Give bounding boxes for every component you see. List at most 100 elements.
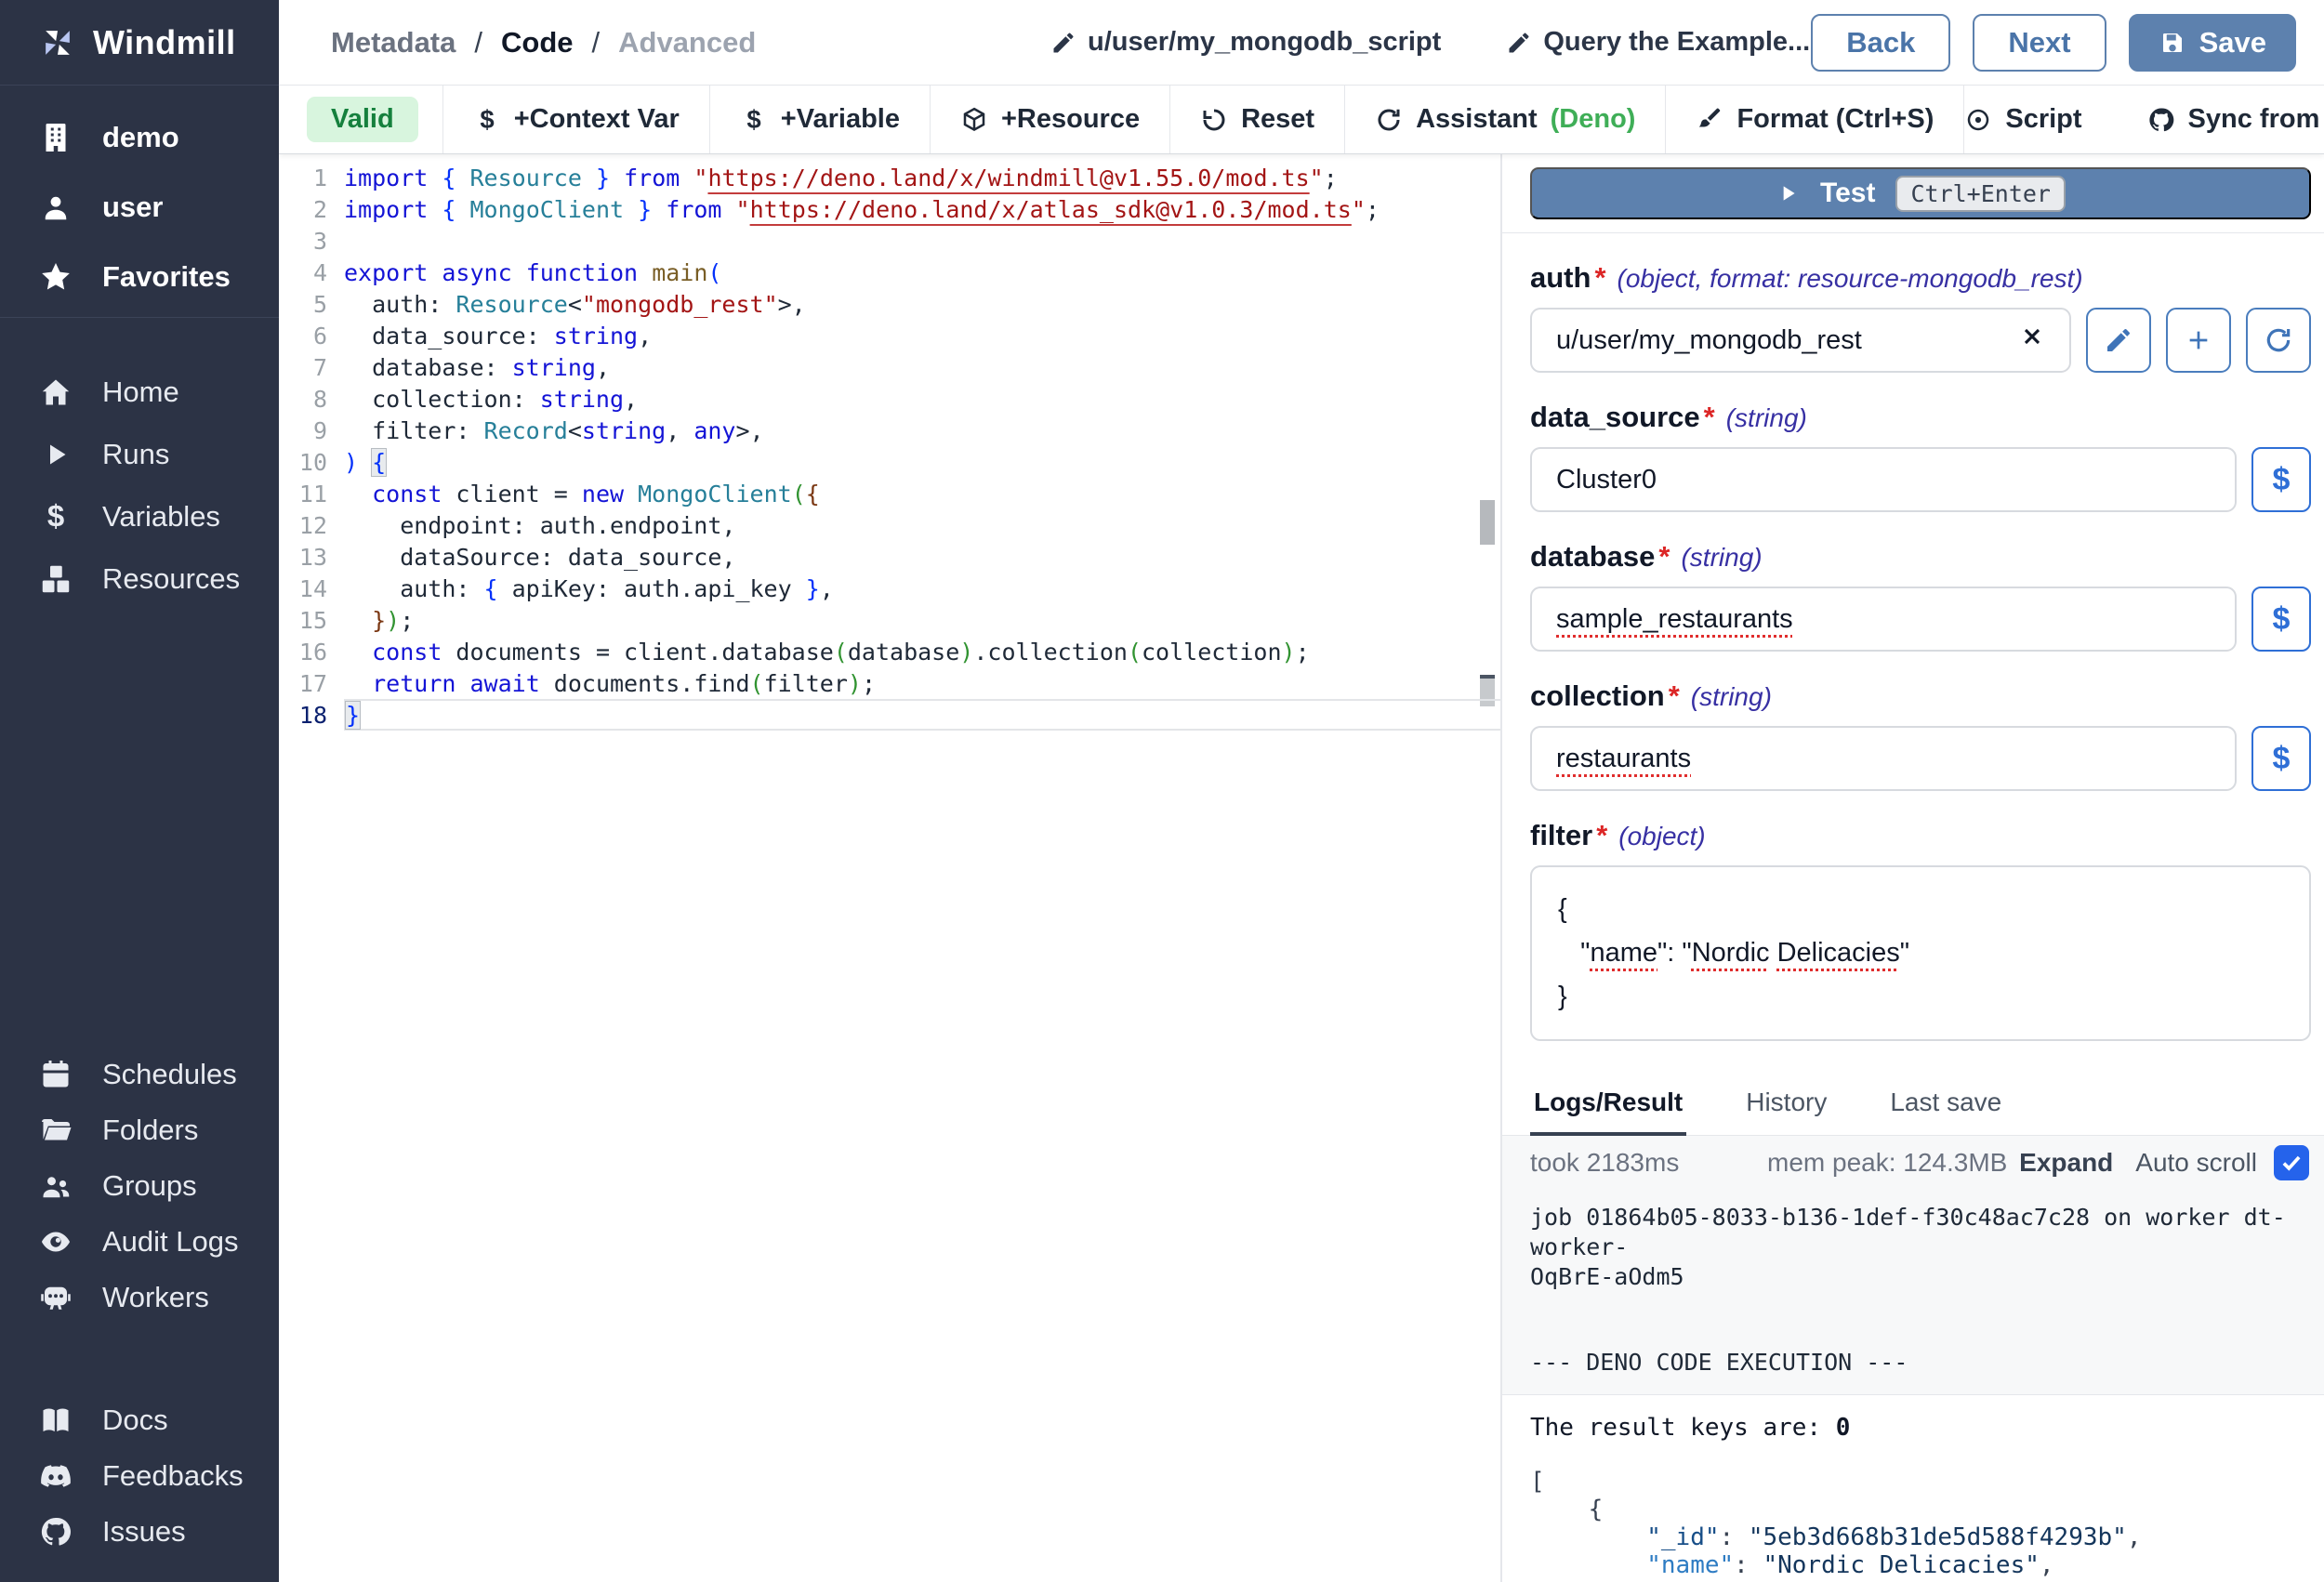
script-button[interactable]: Script	[1964, 104, 2081, 135]
sidebar-item-workers[interactable]: Workers	[0, 1270, 279, 1325]
code-line-3[interactable]: 3	[279, 225, 1500, 257]
pencil-button[interactable]	[2086, 308, 2151, 373]
script-path-chip[interactable]: u/user/my_mongodb_script	[1050, 27, 1441, 58]
code-line-13[interactable]: 13 dataSource: data_source,	[279, 541, 1500, 573]
assistant-button[interactable]: Assistant(Deno)	[1344, 86, 1665, 153]
app-logo[interactable]: Windmill	[0, 0, 279, 86]
reset-button[interactable]: Reset	[1169, 86, 1344, 153]
sidebar-item-home[interactable]: Home	[0, 361, 279, 423]
sidebar-item-favorites[interactable]: Favorites	[0, 242, 279, 311]
save-button[interactable]: Save	[2129, 14, 2296, 72]
expand-button[interactable]: Expand	[2019, 1148, 2113, 1178]
field-input-database[interactable]: sample_restaurants	[1530, 587, 2237, 652]
field-input-data_source[interactable]: Cluster0	[1530, 447, 2237, 512]
discord-icon	[39, 1459, 73, 1493]
sidebar-item-runs[interactable]: Runs	[0, 423, 279, 485]
line-number: 17	[279, 670, 327, 697]
code-text	[344, 225, 1500, 257]
format-ctrl-s--button[interactable]: Format (Ctrl+S)	[1665, 86, 1964, 153]
svg-text:$: $	[47, 500, 64, 534]
-context-var-button[interactable]: $ +Context Var	[442, 86, 709, 153]
field-value: restaurants	[1556, 744, 2211, 774]
code-line-18[interactable]: 18}	[279, 699, 1500, 731]
tab-last-save[interactable]: Last save	[1886, 1074, 2005, 1135]
sidebar-item-label: Resources	[102, 562, 240, 596]
pencil-icon	[1506, 30, 1532, 56]
sidebar-item-variables[interactable]: $Variables	[0, 485, 279, 547]
code-line-7[interactable]: 7 database: string,	[279, 351, 1500, 383]
code-line-15[interactable]: 15 });	[279, 604, 1500, 636]
-variable-button[interactable]: $+Variable	[709, 86, 930, 153]
result-output: The result keys are: 0 [ { "_id": "5eb3d…	[1502, 1395, 2324, 1582]
-resource-button[interactable]: +Resource	[930, 86, 1169, 153]
sidebar-item-label: Docs	[102, 1404, 168, 1437]
tab-logs-result[interactable]: Logs/Result	[1530, 1074, 1686, 1136]
play-icon	[1776, 181, 1800, 205]
code-line-14[interactable]: 14 auth: { apiKey: auth.api_key },	[279, 573, 1500, 604]
code-line-5[interactable]: 5 auth: Resource<"mongodb_rest">,	[279, 288, 1500, 320]
sidebar-workspace-section: demouserFavorites	[0, 102, 279, 311]
code-line-1[interactable]: 1import { Resource } from "https://deno.…	[279, 162, 1500, 193]
autoscroll-label: Auto scroll	[2135, 1148, 2257, 1178]
insert-variable-button[interactable]: $	[2251, 447, 2311, 512]
code-line-11[interactable]: 11 const client = new MongoClient({	[279, 478, 1500, 509]
test-button[interactable]: Test Ctrl+Enter	[1530, 167, 2311, 219]
code-line-12[interactable]: 12 endpoint: auth.endpoint,	[279, 509, 1500, 541]
code-line-6[interactable]: 6 data_source: string,	[279, 320, 1500, 351]
code-text: }	[344, 699, 1500, 731]
field-label-data_source: data_source*(string)	[1530, 401, 2311, 434]
next-button[interactable]: Next	[1973, 14, 2106, 72]
sidebar-item-feedbacks[interactable]: Feedbacks	[0, 1448, 279, 1504]
sidebar-item-demo[interactable]: demo	[0, 102, 279, 172]
brush-icon	[1696, 106, 1723, 134]
code-line-2[interactable]: 2import { MongoClient } from "https://de…	[279, 193, 1500, 225]
sync-from-github-button[interactable]: Sync from Github	[2147, 104, 2324, 135]
svg-text:$: $	[480, 106, 494, 134]
toolbar-button-label: +Variable	[781, 104, 900, 135]
line-number: 5	[279, 291, 327, 318]
sidebar-item-issues[interactable]: Issues	[0, 1504, 279, 1560]
validity-badge: Valid	[307, 97, 418, 142]
insert-variable-button[interactable]: $	[2251, 726, 2311, 791]
toolbar-button-label: +Context Var	[514, 104, 680, 135]
sidebar-item-schedules[interactable]: Schedules	[0, 1047, 279, 1102]
header-actions: Back Next Save	[1811, 14, 2296, 72]
sidebar-item-audit-logs[interactable]: Audit Logs	[0, 1214, 279, 1270]
target-icon	[1964, 106, 1992, 134]
sidebar-item-groups[interactable]: Groups	[0, 1158, 279, 1214]
tab-advanced[interactable]: Advanced	[618, 26, 756, 59]
code-line-9[interactable]: 9 filter: Record<string, any>,	[279, 415, 1500, 446]
script-summary-chip[interactable]: Query the Example...	[1506, 27, 1810, 58]
line-number: 8	[279, 386, 327, 413]
code-line-8[interactable]: 8 collection: string,	[279, 383, 1500, 415]
code-line-10[interactable]: 10) {	[279, 446, 1500, 478]
code-editor[interactable]: 1import { Resource } from "https://deno.…	[279, 154, 1500, 1582]
run-status-row: took 2183ms mem peak: 124.3MB Expand Aut…	[1502, 1136, 2324, 1190]
toolbar-button-label: +Resource	[1001, 104, 1140, 135]
dollar-icon: $	[473, 106, 501, 134]
tab-history[interactable]: History	[1742, 1074, 1830, 1135]
field-row-auth: u/user/my_mongodb_rest	[1530, 308, 2311, 373]
code-line-4[interactable]: 4export async function main(	[279, 257, 1500, 288]
field-input-collection[interactable]: restaurants	[1530, 726, 2237, 791]
refresh-button[interactable]	[2246, 308, 2311, 373]
field-input-auth[interactable]: u/user/my_mongodb_rest	[1530, 308, 2071, 373]
clear-icon[interactable]	[2019, 323, 2045, 357]
sidebar-item-folders[interactable]: Folders	[0, 1102, 279, 1158]
sidebar-item-user[interactable]: user	[0, 172, 279, 242]
field-label-collection: collection*(string)	[1530, 679, 2311, 713]
back-button[interactable]: Back	[1811, 14, 1950, 72]
autoscroll-checkbox[interactable]	[2274, 1145, 2309, 1180]
field-input-filter[interactable]: { "name": "Nordic Delicacies"}	[1530, 865, 2311, 1041]
code-line-16[interactable]: 16 const documents = client.database(dat…	[279, 636, 1500, 667]
pencil-icon	[1050, 30, 1076, 56]
log-output: job 01864b05-8033-b136-1def-f30c48ac7c28…	[1502, 1190, 2324, 1395]
plus-button[interactable]	[2166, 308, 2231, 373]
insert-variable-button[interactable]: $	[2251, 587, 2311, 652]
code-line-17[interactable]: 17 return await documents.find(filter);	[279, 667, 1500, 699]
dollar-icon: $	[39, 500, 73, 534]
tab-metadata[interactable]: Metadata	[331, 26, 456, 59]
sidebar-item-resources[interactable]: Resources	[0, 547, 279, 610]
tab-code[interactable]: Code	[501, 26, 574, 59]
sidebar-item-docs[interactable]: Docs	[0, 1392, 279, 1448]
